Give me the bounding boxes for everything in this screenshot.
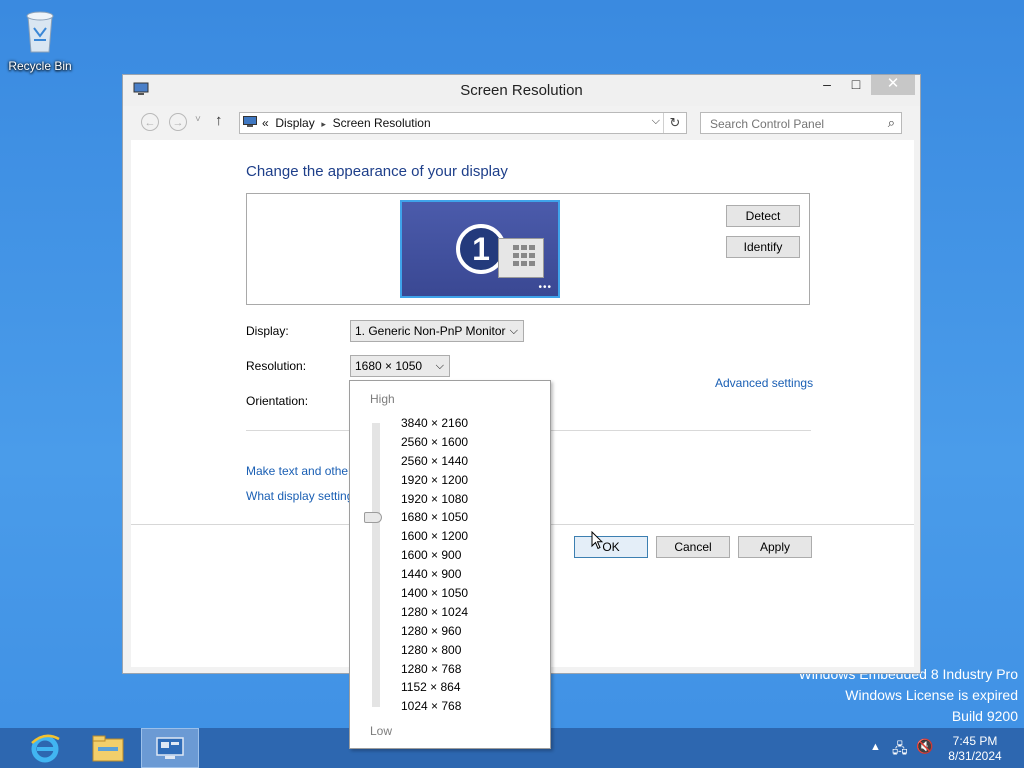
address-bar[interactable]: « Display ▸ Screen Resolution ⌵ ↻ <box>239 112 687 134</box>
title-bar[interactable]: Screen Resolution – □ ✕ <box>123 75 920 106</box>
resolution-select[interactable]: 1680 × 1050 ⌵ <box>350 355 450 377</box>
resolution-dropdown: High 3840 × 2160 2560 × 1600 2560 × 1440… <box>349 380 551 749</box>
text-size-link[interactable]: Make text and other <box>246 464 352 478</box>
breadcrumb: « Display ▸ Screen Resolution <box>262 116 431 130</box>
recycle-bin-shortcut[interactable]: Recycle Bin <box>6 6 74 73</box>
low-label: Low <box>370 724 393 738</box>
volume-muted-icon[interactable]: 🔇 <box>916 738 933 755</box>
internet-explorer-button[interactable] <box>20 728 70 768</box>
display-preview: 1 ••• Detect Identify <box>246 193 810 305</box>
resolution-label: Resolution: <box>246 359 307 373</box>
resolution-option[interactable]: 1280 × 800 <box>401 641 468 660</box>
folder-icon <box>92 735 124 762</box>
breadcrumb-display[interactable]: Display <box>275 116 314 130</box>
page-heading: Change the appearance of your display <box>246 163 508 180</box>
resolution-option[interactable]: 1280 × 1024 <box>401 603 468 622</box>
control-panel-taskbar-button[interactable] <box>141 728 199 768</box>
recycle-bin-label: Recycle Bin <box>8 59 72 73</box>
resolution-option[interactable]: 1280 × 768 <box>401 660 468 679</box>
clock-time: 7:45 PM <box>952 734 998 748</box>
network-icon[interactable]: 🖧 <box>892 738 908 762</box>
minimize-button[interactable]: – <box>813 75 841 95</box>
refresh-button[interactable]: ↻ <box>663 113 686 133</box>
resolution-option[interactable]: 3840 × 2160 <box>401 414 468 433</box>
resolution-option[interactable]: 1920 × 1080 <box>401 490 468 509</box>
window-title: Screen Resolution <box>460 82 583 99</box>
search-icon[interactable]: ⌕ <box>888 115 895 131</box>
mouse-cursor-icon <box>591 531 603 550</box>
up-button[interactable]: ↑ <box>215 112 223 129</box>
show-hidden-icons-chevron-icon[interactable]: ▲ <box>870 741 881 753</box>
resolution-options-list: 3840 × 2160 2560 × 1600 2560 × 1440 1920… <box>401 414 468 716</box>
advanced-settings-link[interactable]: Advanced settings <box>715 376 813 390</box>
resolution-option[interactable]: 1600 × 1200 <box>401 527 468 546</box>
resolution-option[interactable]: 1024 × 768 <box>401 697 468 716</box>
address-dropdown-chevron-icon[interactable]: ⌵ <box>652 115 660 128</box>
display-settings-help-link[interactable]: What display setting <box>246 489 353 503</box>
resolution-option[interactable]: 1152 × 864 <box>401 678 468 697</box>
monitor-dots-icon: ••• <box>538 282 552 293</box>
resolution-option[interactable]: 1280 × 960 <box>401 622 468 641</box>
watermark-line-2: Windows License is expired <box>845 687 1018 703</box>
maximize-button[interactable]: □ <box>842 75 870 95</box>
orientation-label: Orientation: <box>246 394 309 408</box>
resolution-select-value: 1680 × 1050 <box>355 359 423 373</box>
high-label: High <box>370 392 395 406</box>
back-button[interactable]: ← <box>141 113 159 131</box>
resolution-slider-thumb[interactable] <box>364 512 382 523</box>
watermark-line-3: Build 9200 <box>951 708 1018 724</box>
identify-button[interactable]: Identify <box>726 236 800 258</box>
control-panel-icon <box>243 116 257 127</box>
search-box[interactable]: ⌕ <box>700 112 902 134</box>
navigation-bar: ← → ˅ ↑ « Display ▸ Screen Resolution ⌵ … <box>131 109 912 137</box>
cancel-button[interactable]: Cancel <box>656 536 730 558</box>
forward-button[interactable]: → <box>169 113 187 131</box>
resolution-option[interactable]: 1920 × 1200 <box>401 471 468 490</box>
file-explorer-button[interactable] <box>83 728 133 768</box>
clock-date: 8/31/2024 <box>948 749 1002 763</box>
search-input[interactable] <box>708 116 882 132</box>
resolution-option[interactable]: 1400 × 1050 <box>401 584 468 603</box>
system-clock[interactable]: 7:45 PM 8/31/2024 <box>944 734 1006 764</box>
chevron-down-icon: ⌵ <box>435 360 444 372</box>
display-select[interactable]: 1. Generic Non-PnP Monitor ⌵ <box>350 320 524 342</box>
display-select-value: 1. Generic Non-PnP Monitor <box>355 324 506 338</box>
control-panel-icon <box>156 737 184 759</box>
display-label: Display: <box>246 324 289 338</box>
apply-button[interactable]: Apply <box>738 536 812 558</box>
resolution-option[interactable]: 1600 × 900 <box>401 546 468 565</box>
breadcrumb-screen-resolution[interactable]: Screen Resolution <box>333 116 431 130</box>
breadcrumb-prefix[interactable]: « <box>262 116 269 130</box>
chevron-down-icon: ⌵ <box>509 325 518 337</box>
close-button[interactable]: ✕ <box>871 75 915 95</box>
resolution-slider-track[interactable] <box>372 423 380 707</box>
monitor-1-tile[interactable]: 1 ••• <box>400 200 560 298</box>
recent-locations-chevron-icon[interactable]: ˅ <box>195 114 201 125</box>
ok-button[interactable]: OK <box>574 536 648 558</box>
start-grid-icon <box>498 238 544 278</box>
detect-button[interactable]: Detect <box>726 205 800 227</box>
recycle-bin-icon <box>26 11 54 53</box>
resolution-option[interactable]: 2560 × 1600 <box>401 433 468 452</box>
resolution-option[interactable]: 2560 × 1440 <box>401 452 468 471</box>
resolution-option[interactable]: 1440 × 900 <box>401 565 468 584</box>
breadcrumb-separator-icon[interactable]: ▸ <box>321 119 326 129</box>
internet-explorer-icon <box>31 734 60 763</box>
resolution-option-selected[interactable]: 1680 × 1050 <box>401 508 468 527</box>
